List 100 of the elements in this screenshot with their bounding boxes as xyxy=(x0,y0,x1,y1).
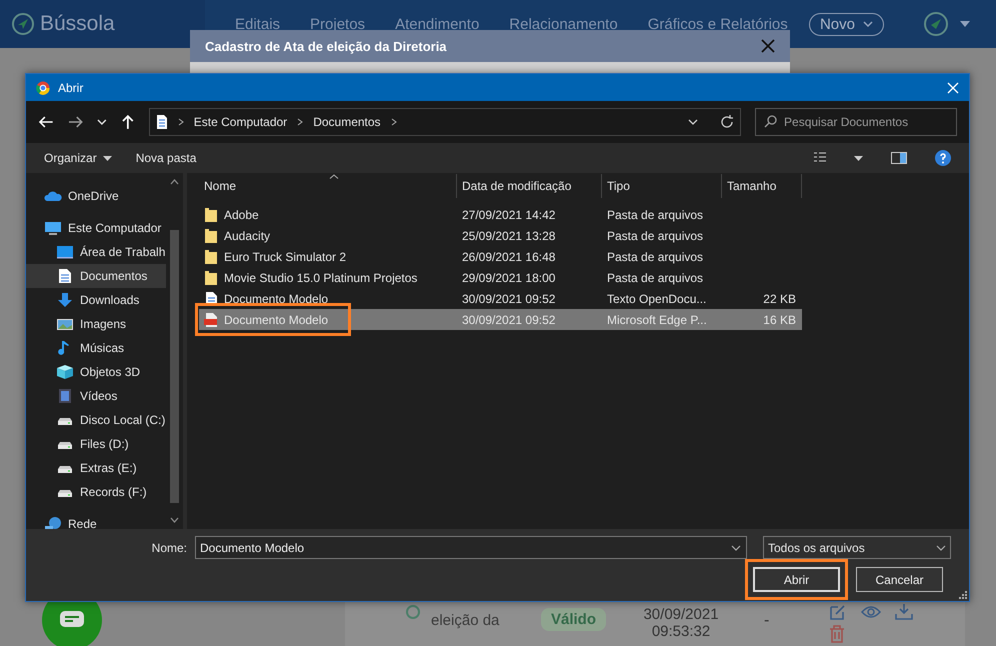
folder-icon xyxy=(204,206,218,222)
modal-title: Cadastro de Ata de eleição da Diretoria xyxy=(205,38,447,54)
up-arrow-icon[interactable] xyxy=(121,114,135,130)
table-cell: 22 KB xyxy=(763,292,796,306)
file-row[interactable]: Euro Truck Simulator 2 26/09/2021 16:48 Pasta de arquivos xyxy=(199,246,802,267)
column-header[interactable]: Data de modificação xyxy=(457,174,602,198)
search-field[interactable]: Pesquisar Documentos xyxy=(755,108,958,136)
nav-link[interactable]: Projetos xyxy=(310,16,366,32)
close-icon[interactable] xyxy=(761,39,775,53)
sidebar-item[interactable]: Objetos 3D xyxy=(26,360,166,384)
status-badge: Válido xyxy=(541,608,606,631)
folder-icon xyxy=(204,228,218,244)
field-label: Nome: xyxy=(152,540,187,554)
chevron-down-icon[interactable] xyxy=(731,545,741,551)
sidebar-item[interactable]: Músicas xyxy=(26,336,166,360)
table-cell-text: 30/09/2021 09:52 xyxy=(461,292,556,306)
sidebar-item[interactable]: Imagens xyxy=(26,312,166,336)
document-icon xyxy=(156,114,168,130)
file-row[interactable]: Audacity 25/09/2021 13:28 Pasta de arquivos xyxy=(199,225,802,246)
file-name: Documento Modelo xyxy=(224,292,328,306)
file-row[interactable]: Documento Modelo 30/09/2021 09:52 Texto OpenDocu... 22 KB xyxy=(199,288,802,309)
sidebar-item[interactable]: Files (D:) xyxy=(26,432,166,456)
nav-link[interactable]: Atendimento xyxy=(395,16,480,32)
computer-icon xyxy=(44,220,62,236)
folder-icon xyxy=(204,270,218,286)
avatar-icon[interactable] xyxy=(924,12,948,36)
sidebar-item[interactable]: Extras (E:) xyxy=(26,456,166,480)
table-cell-text: 30/09/2021 09:52 xyxy=(461,312,556,326)
forward-arrow-icon[interactable] xyxy=(68,115,84,129)
file-name: Documento Modelo xyxy=(224,312,328,326)
filename-field[interactable]: Documento Modelo xyxy=(195,536,747,559)
resize-grip-icon[interactable] xyxy=(959,591,967,599)
table-cell-text: 29/09/2021 18:00 xyxy=(461,270,556,284)
table-cell-text: Pasta de arquivos xyxy=(606,270,704,284)
file-name: Adobe xyxy=(224,208,259,222)
table-cell-text: 26/09/2021 16:48 xyxy=(461,250,556,264)
caret-icon xyxy=(102,156,112,160)
file-name: Audacity xyxy=(224,228,270,242)
chevron-right-icon xyxy=(297,118,304,126)
sidebar-item[interactable]: Vídeos xyxy=(26,384,166,408)
app-logo[interactable]: Bússola xyxy=(40,12,115,36)
table-cell-text: Pasta de arquivos xyxy=(606,228,704,242)
search-icon xyxy=(764,115,778,128)
table-cell-text: Pasta de arquivos xyxy=(606,250,704,264)
dialog-button[interactable]: Cancelar xyxy=(856,567,943,592)
table-cell-text: Microsoft Edge P... xyxy=(606,312,708,326)
file-type-dropdown[interactable]: Todos os arquivos xyxy=(763,536,951,559)
preview-pane-icon[interactable] xyxy=(891,152,907,164)
chevron-right-icon xyxy=(390,118,397,126)
table-cell: 16 KB xyxy=(763,312,796,326)
file-name: Movie Studio 15.0 Platinum Projetos xyxy=(224,270,418,284)
nav-link[interactable]: Gráficos e Relatórios xyxy=(648,16,788,32)
browser-icon xyxy=(36,80,50,94)
caret-icon[interactable] xyxy=(960,21,970,27)
column-header[interactable]: Nome xyxy=(199,174,457,198)
sidebar-item[interactable]: Área de Trabalh xyxy=(26,240,166,264)
sidebar-item[interactable]: Downloads xyxy=(26,288,166,312)
file-row[interactable]: Adobe 27/09/2021 14:42 Pasta de arquivos xyxy=(199,204,802,225)
nav-link[interactable]: Editais xyxy=(235,16,280,32)
column-header[interactable]: Tamanho xyxy=(722,174,802,198)
desktop-icon xyxy=(56,244,74,260)
table-cell-text: 25/09/2021 13:28 xyxy=(461,228,556,242)
document-icon xyxy=(56,268,74,284)
new-button[interactable]: Novo xyxy=(808,12,884,36)
folder-icon xyxy=(204,248,218,264)
file-row[interactable]: Documento Modelo 30/09/2021 09:52 Microsoft Edge P... 16 KB xyxy=(199,309,802,330)
image-icon xyxy=(56,316,74,332)
chevron-up-icon[interactable] xyxy=(170,179,179,185)
cube-icon xyxy=(56,364,74,380)
organize-menu[interactable]: Organizar xyxy=(44,151,112,165)
back-arrow-icon[interactable] xyxy=(38,115,54,129)
chevron-right-icon xyxy=(178,118,184,126)
sidebar-item[interactable]: Este Computador xyxy=(26,216,166,240)
sidebar-item[interactable]: Rede xyxy=(26,512,166,529)
address-bar[interactable]: Este Computador Documentos xyxy=(148,108,742,136)
sidebar-item[interactable]: Documentos xyxy=(26,264,166,288)
dialog-button[interactable]: Abrir xyxy=(753,567,840,592)
column-header[interactable]: Tipo xyxy=(602,174,722,198)
file-row[interactable]: Movie Studio 15.0 Platinum Projetos 29/09/2021 18:00 Pasta de arquivos xyxy=(199,267,802,288)
refresh-icon[interactable] xyxy=(720,115,734,129)
help-icon[interactable] xyxy=(935,150,951,166)
sidebar-item[interactable]: OneDrive xyxy=(26,184,166,208)
new-folder-button[interactable]: Nova pasta xyxy=(136,151,196,165)
download-icon xyxy=(56,292,74,308)
breadcrumb-item[interactable]: Documentos xyxy=(313,115,381,129)
file-name: Euro Truck Simulator 2 xyxy=(224,250,346,264)
nav-link[interactable]: Relacionamento xyxy=(509,16,618,32)
sidebar-item[interactable]: Disco Local (C:) xyxy=(26,408,166,432)
caret-icon[interactable] xyxy=(854,156,863,160)
table-cell-text: 30/09/2021 09:53:32 xyxy=(642,606,720,640)
chevron-down-icon[interactable] xyxy=(688,119,698,125)
sidebar-item[interactable]: Records (F:) xyxy=(26,480,166,504)
scrollbar-thumb[interactable] xyxy=(170,230,179,503)
caret-icon xyxy=(863,21,873,27)
breadcrumb-item[interactable]: Este Computador xyxy=(194,115,288,129)
network-icon xyxy=(44,516,62,529)
chat-icon xyxy=(59,610,85,630)
table-cell-text: Texto OpenDocu... xyxy=(606,292,708,306)
table-cell-text: eleição da xyxy=(431,611,500,630)
pdf-icon xyxy=(204,312,218,328)
